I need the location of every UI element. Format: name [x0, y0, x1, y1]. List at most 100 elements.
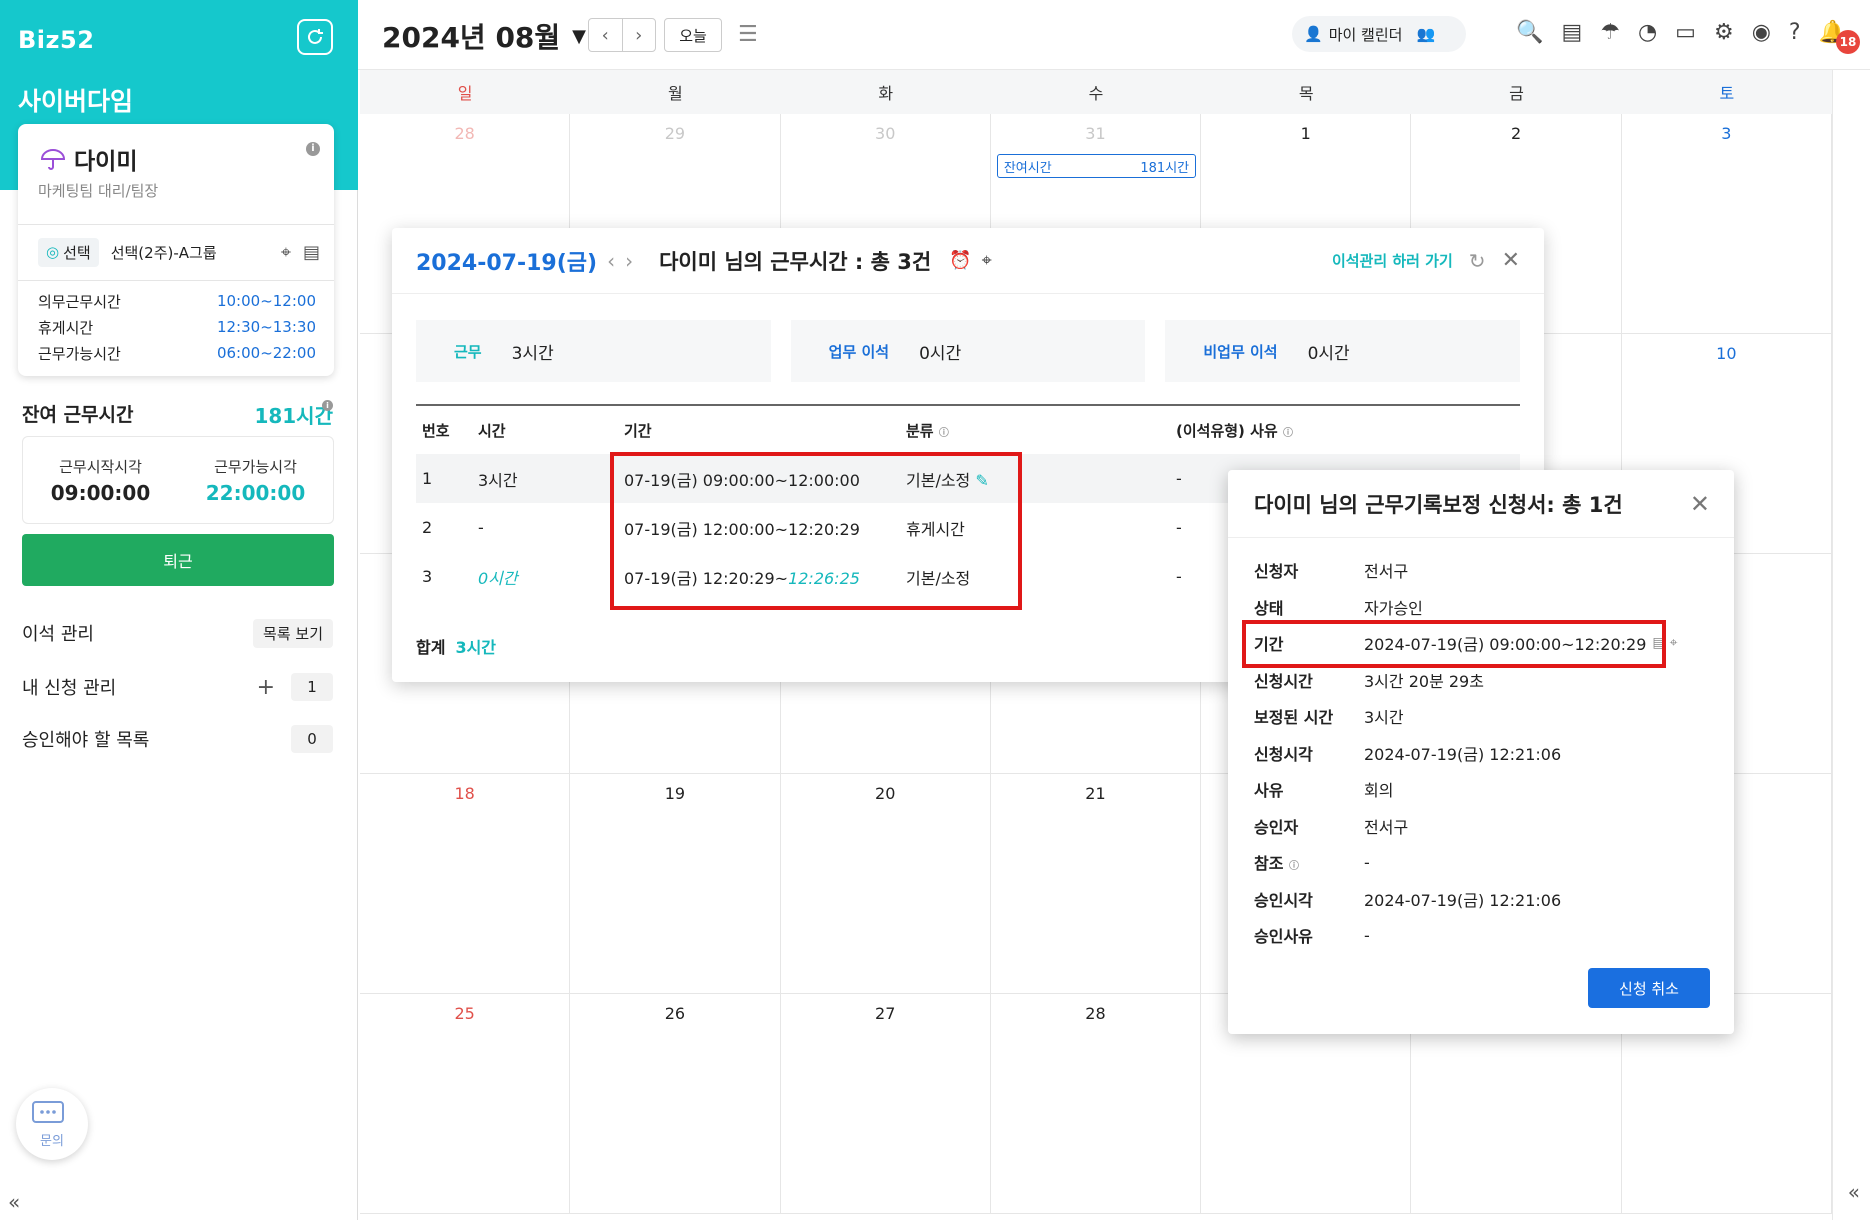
field-row: 신청자 전서구	[1254, 552, 1714, 589]
list-view-button[interactable]: 목록 보기	[253, 618, 333, 648]
card-icon[interactable]: ▭	[1675, 20, 1696, 45]
profile-name: 다이미	[74, 149, 138, 175]
day-cell[interactable]: 25	[360, 994, 571, 1213]
row-no: 2	[422, 518, 433, 537]
field-key: 승인시각	[1254, 890, 1313, 910]
time-row: 의무근무시간 10:00~12:00	[38, 288, 316, 314]
go-away-management-link[interactable]: 이석관리 하러 가기	[1332, 250, 1453, 271]
gear-icon[interactable]: ⚙	[1714, 20, 1734, 45]
start-time: 근무시작시각 09:00:00	[23, 437, 178, 523]
close-icon[interactable]: ✕	[1502, 248, 1520, 273]
info-icon[interactable]: i	[306, 142, 320, 156]
refresh-button[interactable]	[297, 19, 333, 55]
month-title: 2024년 08월	[382, 21, 561, 54]
next-day-icon[interactable]: ›	[625, 249, 643, 273]
day-cell[interactable]: 28	[991, 994, 1202, 1213]
month-selector[interactable]: 2024년 08월 ▼	[382, 16, 586, 56]
column-header: 번호	[422, 421, 450, 440]
cancel-request-button[interactable]: 신청 취소	[1588, 968, 1710, 1008]
day-number: 25	[454, 1004, 475, 1023]
request-count: 1	[291, 673, 333, 701]
close-icon[interactable]: ✕	[1690, 490, 1710, 518]
day-cell[interactable]: 21	[991, 774, 1202, 993]
profile-dept: 마케팅팀 대리/팀장	[38, 182, 159, 200]
remaining-hours-chip[interactable]: 잔여시간 181시간	[996, 154, 1197, 178]
day-number: 1	[1300, 124, 1311, 143]
day-number: 10	[1716, 344, 1737, 363]
leave-work-button[interactable]: 퇴근	[22, 534, 334, 586]
day-cell[interactable]: 3	[1622, 114, 1832, 333]
chip-label: 잔여시간	[1003, 160, 1052, 176]
start-label: 근무시작시각	[59, 457, 142, 476]
column-header: 시간	[478, 421, 506, 440]
my-calendar-button[interactable]: 👤 마이 캘린더 👥	[1292, 16, 1466, 52]
field-key-label: 참조	[1254, 854, 1284, 874]
summary-work: 근무 3시간	[416, 320, 771, 382]
day-number: 3	[1721, 124, 1732, 143]
logo[interactable]: Biz52	[18, 26, 94, 54]
day-cell[interactable]: 26	[570, 994, 781, 1213]
alarm-clock-icon[interactable]: ⏰	[949, 250, 971, 271]
summary-value: 0시간	[919, 343, 962, 364]
day-cell[interactable]: 18	[360, 774, 571, 993]
menu-pending-approvals[interactable]: 승인해야 할 목록 0	[22, 724, 333, 754]
list-icon[interactable]: ▤	[1561, 20, 1582, 45]
day-number: 2	[1510, 124, 1522, 143]
weekday-label: 화	[878, 84, 894, 103]
start-value: 09:00:00	[50, 480, 151, 505]
next-month-icon[interactable]: ›	[623, 19, 656, 51]
bell-icon[interactable]: 🔔 18	[1819, 20, 1860, 54]
prev-month-icon[interactable]: ‹	[589, 19, 623, 51]
day-number: 29	[664, 124, 686, 143]
collapse-right-icon[interactable]: «	[1848, 1180, 1860, 1204]
weekday-header: 일 월 화 수 목 금 토	[360, 70, 1832, 114]
weekday-label: 토	[1719, 84, 1735, 103]
field-key: 보정된 시간	[1254, 708, 1334, 728]
info-icon[interactable]: ⓘ	[939, 428, 949, 439]
day-cell[interactable]: 20	[781, 774, 991, 993]
menu-my-requests[interactable]: 내 신청 관리 +1	[22, 672, 333, 702]
prev-day-icon[interactable]: ‹	[607, 249, 625, 273]
location-pin-icon[interactable]: ⌖	[1670, 635, 1678, 651]
month-nav: ‹ ›	[588, 18, 656, 52]
account-icon[interactable]: ◉	[1752, 20, 1771, 45]
help-icon[interactable]: ?	[1789, 20, 1801, 45]
day-cell[interactable]: 27	[781, 994, 991, 1213]
field-value: 3시간 20분 29초	[1364, 671, 1484, 691]
time-label: 의무근무시간	[38, 292, 121, 311]
collapse-left-icon[interactable]: «	[8, 1190, 20, 1214]
add-icon[interactable]: +	[257, 675, 275, 700]
column-header: 기간	[624, 421, 652, 440]
location-pin-icon[interactable]: ⌖	[982, 250, 992, 271]
work-group-row: ◎ 선택 선택(2주)-A그룹 ⌖ ▤	[38, 232, 320, 272]
umbrella-icon[interactable]: ☂	[1600, 20, 1620, 45]
group-tag-label: 선택	[63, 243, 91, 262]
field-key: 승인사유	[1254, 927, 1313, 947]
info-icon[interactable]: ⓘ	[1289, 861, 1299, 872]
filter-icon[interactable]: ☰	[738, 22, 758, 47]
day-cell[interactable]: 19	[570, 774, 781, 993]
search-report-icon[interactable]: 🔍	[1516, 20, 1543, 45]
field-value: -	[1364, 852, 1370, 872]
inquiry-button[interactable]: 문의	[16, 1088, 88, 1160]
my-calendar-label: 마이 캘린더	[1328, 25, 1403, 44]
refresh-icon[interactable]: ↻	[1469, 249, 1486, 273]
today-button[interactable]: 오늘	[664, 18, 722, 52]
refresh-icon	[308, 29, 323, 44]
modal-header: 다이미 님의 근무기록보정 신청서: 총 1건 ✕	[1228, 470, 1734, 538]
info-icon[interactable]: ⓘ	[1283, 428, 1293, 439]
pie-chart-icon[interactable]: ◔	[1638, 20, 1657, 45]
total-label: 합계	[416, 638, 446, 657]
day-number: 30	[875, 124, 896, 143]
day-number: 26	[664, 1004, 686, 1023]
day-number: 28	[454, 124, 475, 143]
location-pin-icon[interactable]: ⌖	[281, 242, 291, 263]
work-time-box: 근무시작시각 09:00:00 근무가능시각 22:00:00	[22, 436, 334, 524]
info-icon[interactable]: i	[322, 400, 333, 411]
group-name: 선택(2주)-A그룹	[110, 243, 217, 262]
total-value: 3시간	[455, 638, 497, 657]
menu-away-management[interactable]: 이석 관리 목록 보기	[22, 618, 333, 648]
field-value: 전서구	[1364, 562, 1409, 582]
time-label: 휴게시간	[38, 318, 94, 337]
document-icon[interactable]: ▤	[303, 242, 320, 263]
